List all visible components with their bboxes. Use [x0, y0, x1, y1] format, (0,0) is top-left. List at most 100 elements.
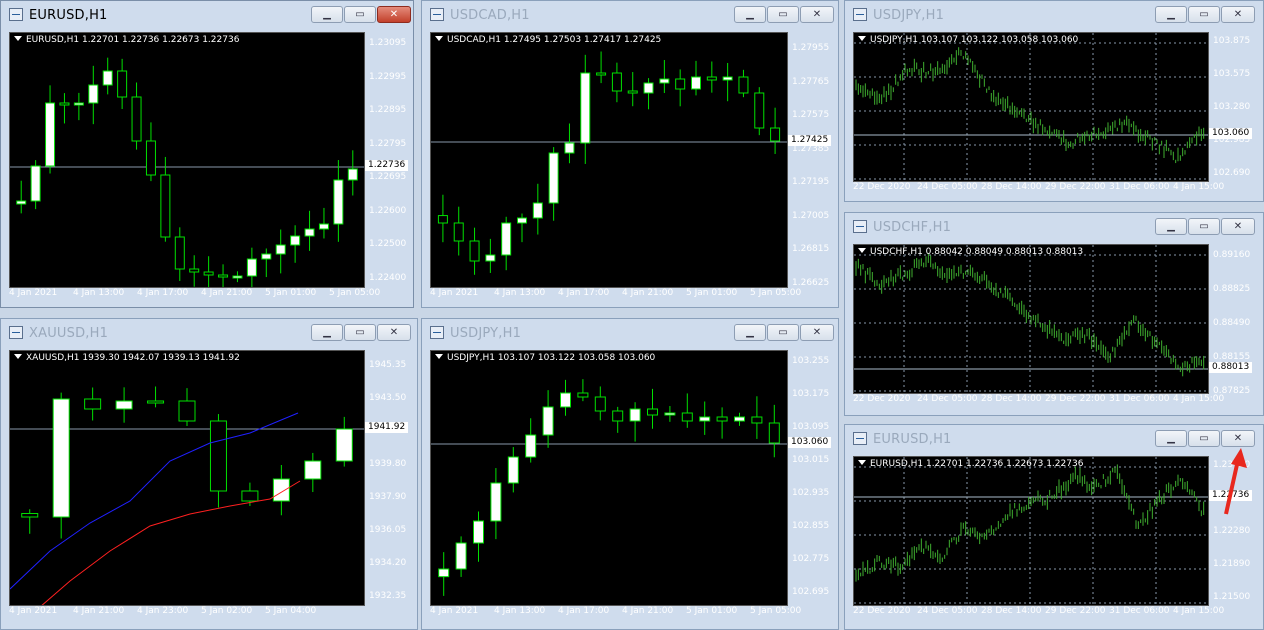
candle-body: [189, 268, 200, 273]
candle-body: [178, 400, 196, 422]
candle-body: [59, 102, 70, 106]
window-title: USDJPY,H1: [873, 8, 945, 23]
chart-window-eurusd-2[interactable]: EURUSD,H1 ▁ ▭ ✕ EURUSD,H1 1.22701 1.2273…: [844, 424, 1264, 630]
chart-window-usdcad[interactable]: USDCAD,H1 ▁ ▭ ✕ USDCAD,H1 1.27495 1.2750…: [421, 0, 839, 308]
price-axis: 1.27955 1.27765 1.27575 1.27385 1.27195 1.270…: [788, 32, 838, 288]
time-tick-label: 4 Jan 2021: [9, 288, 58, 298]
chart-header: EURUSD,H1 1.22701 1.22736 1.22673 1.2273…: [14, 35, 239, 45]
time-tick-label: 5 Jan 01:00: [686, 288, 738, 298]
time-tick-label: 4 Jan 21:00: [622, 288, 674, 298]
triangle-down-icon: [858, 36, 866, 41]
chart-plot[interactable]: USDJPY,H1 103.107 103.122 103.058 103.06…: [430, 350, 788, 606]
time-axis: 4 Jan 2021 4 Jan 13:00 4 Jan 17:00 4 Jan 21…: [430, 288, 801, 302]
close-button[interactable]: ✕: [1221, 430, 1255, 447]
close-button[interactable]: ✕: [1221, 218, 1255, 235]
time-tick-label: 28 Dec 14:00: [981, 394, 1042, 404]
candle-body: [612, 410, 624, 422]
minimize-button[interactable]: ▁: [1155, 430, 1187, 447]
close-button[interactable]: ✕: [1221, 6, 1255, 23]
price-tick-label: 103.280: [1213, 102, 1251, 112]
candle-body: [147, 400, 165, 404]
chart-plot[interactable]: USDJPY,H1 103.107 103.122 103.058 103.06…: [853, 32, 1209, 182]
time-tick-label: 4 Jan 2021: [9, 606, 58, 616]
chart-window-usdchf[interactable]: USDCHF,H1 ▁ ▭ ✕ USDCHF,H1 0.88042 0.8804…: [844, 212, 1264, 416]
time-tick-label: 4 Jan 13:00: [73, 288, 125, 298]
candle-body: [209, 420, 227, 492]
chart-window-icon: [9, 8, 23, 21]
chart-window-eurusd-1[interactable]: EURUSD,H1 ▁ ▭ ✕ EURUSD,H1 1.22701 1.2273…: [0, 0, 414, 308]
time-tick-label: 5 Jan 04:00: [265, 606, 317, 616]
maximize-button[interactable]: ▭: [1188, 430, 1220, 447]
candle-body: [145, 140, 156, 176]
window-titlebar[interactable]: EURUSD,H1 ▁ ▭ ✕: [1, 1, 413, 29]
price-tick-label: 1.21500: [1213, 592, 1251, 602]
current-price-label: 103.060: [1209, 128, 1253, 139]
candlestick-chart: [431, 51, 787, 275]
window-titlebar[interactable]: USDJPY,H1 ▁ ▭ ✕: [845, 1, 1263, 29]
maximize-button[interactable]: ▭: [767, 324, 799, 341]
chart-plot[interactable]: USDCAD,H1 1.27495 1.27503 1.27417 1.2742…: [430, 32, 788, 288]
time-tick-label: 5 Jan 01:00: [686, 606, 738, 616]
price-tick-label: 1.26625: [792, 277, 830, 288]
time-tick-label: 4 Jan 17:00: [558, 606, 610, 616]
maximize-button[interactable]: ▭: [344, 324, 376, 341]
candle-body: [272, 478, 290, 502]
current-price-label: 1.22736: [365, 160, 409, 171]
price-tick-label: 102.775: [792, 554, 830, 564]
candle-body: [455, 542, 467, 570]
candle-body: [699, 416, 711, 422]
chart-plot[interactable]: USDCHF,H1 0.88042 0.88049 0.88013 0.8801…: [853, 244, 1209, 394]
chart-window-usdjpy-2[interactable]: USDJPY,H1 ▁ ▭ ✕ USDJPY,H1 103.107 103.12…: [421, 318, 839, 630]
close-button[interactable]: ✕: [377, 324, 411, 341]
minimize-button[interactable]: ▁: [1155, 6, 1187, 23]
candle-body: [542, 406, 554, 436]
minimize-button[interactable]: ▁: [311, 324, 343, 341]
price-tick-label: 1.22600: [369, 205, 407, 216]
chart-window-icon: [853, 8, 867, 21]
bar-chart: [854, 245, 1208, 393]
candle-body: [560, 392, 571, 408]
maximize-button[interactable]: ▭: [1188, 6, 1220, 23]
window-title: EURUSD,H1: [29, 8, 108, 23]
price-tick-label: 1.22400: [369, 272, 407, 283]
chart-window-xauusd[interactable]: XAUUSD,H1 ▁ ▭ ✕ XAUUSD,H1 1939.30 1942.0…: [0, 318, 418, 630]
candlestick-chart: [10, 386, 364, 605]
current-price-label: 0.88013: [1209, 362, 1253, 373]
maximize-button[interactable]: ▭: [767, 6, 799, 23]
chart-window-icon: [430, 8, 444, 21]
close-button[interactable]: ✕: [377, 6, 411, 23]
window-titlebar[interactable]: XAUUSD,H1 ▁ ▭ ✕: [1, 319, 417, 347]
chart-plot[interactable]: EURUSD,H1 1.22701 1.22736 1.22673 1.2273…: [9, 32, 365, 288]
candle-body: [290, 235, 301, 246]
time-tick-label: 31 Dec 06:00: [1109, 606, 1170, 616]
minimize-button[interactable]: ▁: [734, 6, 766, 23]
candle-body: [627, 90, 638, 94]
minimize-button[interactable]: ▁: [734, 324, 766, 341]
close-button[interactable]: ✕: [800, 6, 834, 23]
window-titlebar[interactable]: USDCAD,H1 ▁ ▭ ✕: [422, 1, 838, 29]
price-tick-label: 1939.80: [369, 459, 407, 469]
maximize-button[interactable]: ▭: [1188, 218, 1220, 235]
window-titlebar[interactable]: EURUSD,H1 ▁ ▭ ✕: [845, 425, 1263, 453]
window-titlebar[interactable]: USDJPY,H1 ▁ ▭ ✕: [422, 319, 838, 347]
candle-body: [333, 179, 344, 225]
minimize-button[interactable]: ▁: [1155, 218, 1187, 235]
chart-window-usdjpy-1[interactable]: USDJPY,H1 ▁ ▭ ✕ USDJPY,H1 103.107 103.12…: [844, 0, 1264, 202]
time-tick-label: 29 Dec 22:00: [1045, 394, 1106, 404]
candle-body: [437, 215, 448, 224]
window-titlebar[interactable]: USDCHF,H1 ▁ ▭ ✕: [845, 213, 1263, 241]
candle-body: [596, 72, 607, 76]
maximize-button[interactable]: ▭: [344, 6, 376, 23]
chart-plot[interactable]: EURUSD,H1 1.22701 1.22736 1.22673 1.2273…: [853, 456, 1209, 606]
time-tick-label: 28 Dec 14:00: [981, 182, 1042, 192]
chart-plot[interactable]: XAUUSD,H1 1939.30 1942.07 1939.13 1941.9…: [9, 350, 365, 606]
price-tick-label: 103.095: [792, 422, 830, 432]
candle-body: [473, 520, 484, 544]
triangle-down-icon: [435, 354, 443, 359]
triangle-down-icon: [858, 460, 866, 465]
minimize-button[interactable]: ▁: [311, 6, 343, 23]
price-tick-label: 1.26815: [792, 244, 830, 254]
time-tick-label: 5 Jan 05:00: [329, 288, 381, 298]
candle-body: [659, 78, 670, 84]
close-button[interactable]: ✕: [800, 324, 834, 341]
